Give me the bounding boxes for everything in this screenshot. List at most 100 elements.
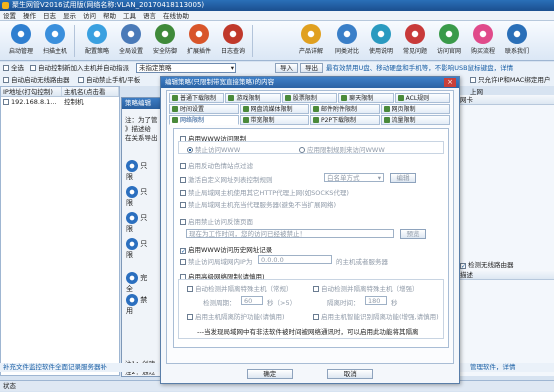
menu-view[interactable]: 显示 <box>63 11 76 20</box>
ok-button[interactable]: 确定 <box>246 369 293 379</box>
tab-game[interactable]: 游戏限制 <box>225 93 281 103</box>
isolate-enhanced-checkbox[interactable]: 自动检测并隔离特殊主机（增强） <box>313 283 419 293</box>
clock-icon <box>172 106 178 112</box>
block-http-proxy-checkbox[interactable]: 禁止局域网主机使用其它HTTP代理上网(如SOCKS代理) <box>180 187 349 197</box>
export-button[interactable]: 导出 <box>300 63 323 73</box>
faq-button[interactable]: 常见问题 <box>398 23 432 59</box>
config-policy-button[interactable]: 配置策略 <box>80 23 114 59</box>
tab-netdisk[interactable]: 网盘流媒体限制 <box>239 104 309 114</box>
policy-side-item[interactable]: 只限 <box>126 238 154 260</box>
download-icon <box>172 95 178 101</box>
menu-settings[interactable]: 设置 <box>3 11 16 20</box>
policy-icon <box>126 294 138 306</box>
detect-period-input[interactable]: 60 <box>241 296 263 305</box>
block-ip-checkbox[interactable]: 禁止访问局域网内IP为 <box>180 256 252 266</box>
policy-side-item[interactable]: 只限 <box>126 212 154 234</box>
policy-dropdown[interactable]: 未指定策略 ▾ <box>136 63 236 73</box>
custom-url-rules-checkbox[interactable]: 激活自定义网址列表控制规则 <box>180 174 273 184</box>
menu-operate[interactable]: 操作 <box>23 11 36 20</box>
auto-control-checkbox[interactable]: 自动控制新加入主机并自动指派 <box>30 62 129 74</box>
tab-p2p[interactable]: P2P下载限制 <box>310 115 380 125</box>
block-proxy-server-checkbox[interactable]: 禁止局域网主机充当代理服务器(避免不当扩展网络) <box>180 199 336 209</box>
menu-log[interactable]: 日志 <box>43 11 56 20</box>
policy-icon <box>126 272 138 284</box>
advanced-group: 自动检测并隔离特殊主机（常规） 自动检测并隔离特殊主机（增强） 检测周期： 60… <box>178 279 444 339</box>
tab-acl[interactable]: ACL规则 <box>394 93 451 103</box>
policy-side-item[interactable]: 完全 <box>126 272 154 294</box>
auto-wireless-checkbox[interactable]: 自动启动无线路由器 <box>3 74 70 86</box>
allow-list-radio[interactable]: 应用限制规则来访问WWW <box>299 144 385 154</box>
table-row[interactable]: 192.168.8.1... 控制机 <box>1 97 119 107</box>
window-title: 聚生网管V2016试用版(网络名称:VLAN_20170418113005) <box>12 1 205 9</box>
toolbar: 启动管理 扫描主机 配置策略 全局设置 安全防御 扩展插件 日志查询 产品详解 … <box>0 21 554 61</box>
host-isolation-enhanced-checkbox[interactable]: 启用主机智能识别隔离功能(增强,请慎用) <box>313 311 439 321</box>
isolate-normal-checkbox[interactable]: 自动检测并隔离特殊主机（常规） <box>187 283 293 293</box>
host-isolation-checkbox[interactable]: 启用主机隔离防护功能(请慎用) <box>187 311 285 321</box>
website-button[interactable]: 访问官网 <box>432 23 466 59</box>
policy-side-item[interactable]: 禁用 <box>126 294 154 316</box>
cancel-button[interactable]: 取消 <box>327 369 374 379</box>
policy-side-item[interactable]: 只限 <box>126 186 154 208</box>
network-limit-panel: 启用WWW访问限制 禁止访问WWW 应用限制规则来访问WWW 启用反动色情站点过… <box>173 128 449 348</box>
select-all-checkbox[interactable]: 全选 <box>3 62 24 74</box>
stock-icon <box>284 95 291 101</box>
detect-period-label: 检测周期： <box>203 299 236 307</box>
tab-mail[interactable]: 邮件附件限制 <box>310 104 380 114</box>
feedback-text-input[interactable]: 现在为工作时间，您的访问已经被禁止！ <box>186 229 394 238</box>
menu-tools[interactable]: 工具 <box>123 11 136 20</box>
whitelist-select[interactable]: 白名单方式 ▾ <box>324 173 384 182</box>
tab-stock[interactable]: 股票限制 <box>281 93 338 103</box>
acl-icon <box>397 95 404 101</box>
isolate-time-unit: 秒 <box>391 299 398 307</box>
url-filter-checkbox[interactable]: 启用反动色情站点过滤 <box>180 160 253 170</box>
tab-chat[interactable]: 聊天限制 <box>338 93 394 103</box>
manual-button[interactable]: 使用说明 <box>364 23 398 59</box>
column-hostname[interactable]: 主机名(点击看 <box>62 87 119 96</box>
column-ip[interactable]: IP地址(打勾控制) <box>1 87 62 96</box>
scan-hosts-button[interactable]: 扫描主机 <box>38 23 72 59</box>
menu-help[interactable]: 帮助 <box>103 11 116 20</box>
edit-button[interactable]: 编辑 <box>390 173 416 183</box>
cart-icon <box>473 24 493 44</box>
import-button[interactable]: 导入 <box>275 63 298 73</box>
compare-button[interactable]: 同类对比 <box>330 23 364 59</box>
tab-network[interactable]: 网络限制 <box>169 115 239 125</box>
manual-icon <box>371 24 391 44</box>
global-settings-button[interactable]: 全局设置 <box>114 23 148 59</box>
security-defense-button[interactable]: 安全防御 <box>148 23 182 59</box>
menu-online-help[interactable]: 在线协助 <box>163 11 189 20</box>
product-details-button[interactable]: 产品详解 <box>294 23 328 59</box>
plugins-button[interactable]: 扩展插件 <box>182 23 216 59</box>
block-ip-input[interactable]: 0.0.0.0 <box>258 255 332 264</box>
close-icon[interactable]: × <box>444 78 456 87</box>
menu-bar: 设置 操作 日志 显示 访问 帮助 工具 语言 在线协助 <box>0 11 554 21</box>
auto-block-mobile-checkbox[interactable]: 自动禁止手机/平板 <box>78 74 140 86</box>
tab-webpage[interactable]: 网页限制 <box>380 104 450 114</box>
purchase-button[interactable]: 购买流程 <box>466 23 500 59</box>
policy-icon <box>126 186 138 198</box>
traffic-icon <box>383 117 390 123</box>
right-pane: 网卡 检测无线路由器 描述 <box>456 95 554 376</box>
isolate-time-input[interactable]: 180 <box>365 296 387 305</box>
contact-button[interactable]: 联系我们 <box>500 23 534 59</box>
log-query-button[interactable]: 日志查询 <box>216 23 250 59</box>
feedback-page-checkbox[interactable]: 启用禁止访问反馈页面 <box>180 216 253 226</box>
tab-bandwidth[interactable]: 带宽限制 <box>239 115 309 125</box>
tab-time[interactable]: 时间设置 <box>169 104 239 114</box>
row-checkbox[interactable] <box>3 99 9 105</box>
menu-language[interactable]: 语言 <box>143 11 156 20</box>
policy-side-item[interactable]: 只限 <box>126 160 154 182</box>
detect-wireless-checkbox[interactable]: 检测无线路由器 <box>460 259 514 269</box>
start-manage-button[interactable]: 启动管理 <box>4 23 38 59</box>
tab-row-2: 时间设置 网盘流媒体限制 邮件附件限制 网页限制 <box>169 104 451 114</box>
chat-icon <box>341 95 348 101</box>
tab-download[interactable]: 普通下载限制 <box>169 93 225 103</box>
record-history-checkbox[interactable]: 启用WWW访问历史网址记录 <box>180 244 272 254</box>
menu-access[interactable]: 访问 <box>83 11 96 20</box>
block-all-radio[interactable]: 禁止访问WWW <box>187 144 240 154</box>
tab-traffic[interactable]: 流量限制 <box>380 115 450 125</box>
preview-button[interactable]: 预览 <box>400 229 426 239</box>
start-icon <box>11 24 31 44</box>
marquee-text[interactable]: 最有效禁用U盘、移动硬盘和手机等，不影响USB鼠标键盘，详情 <box>326 62 513 74</box>
compare-icon <box>337 24 357 44</box>
